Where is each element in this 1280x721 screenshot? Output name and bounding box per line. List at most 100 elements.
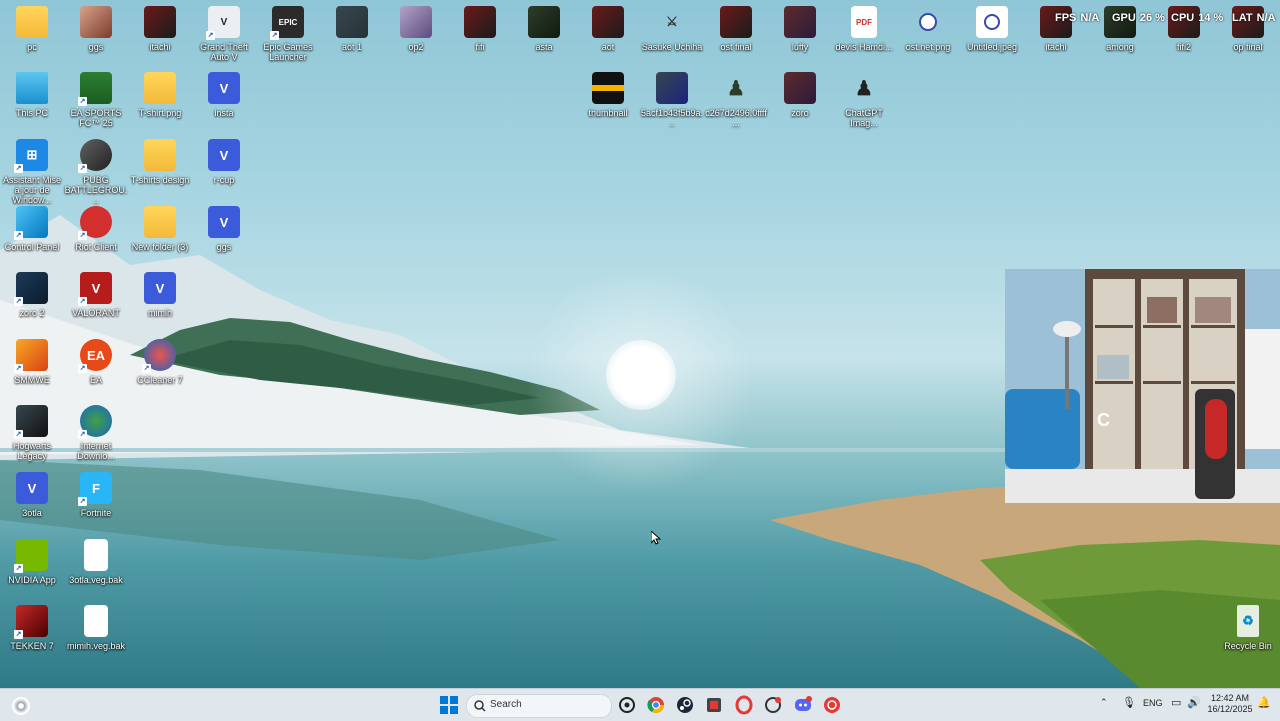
image-thumbnail-icon: [784, 6, 816, 38]
recycle-bin-icon: ♻: [1237, 605, 1259, 637]
desktop-icon-mimih-veg-bak[interactable]: mimih.veg.bak: [64, 605, 128, 651]
desktop-icon-3otla-veg-bak[interactable]: 3otla.veg.bak: [64, 539, 128, 585]
desktop-icon-aot-1[interactable]: aot 1: [320, 6, 384, 52]
icon-label: luffy: [791, 42, 809, 52]
desktop-icon-insta[interactable]: V insta: [192, 72, 256, 118]
discord-icon[interactable]: [793, 695, 813, 715]
icon-label: NVIDIA App: [8, 575, 56, 585]
desktop-icon-chatgpt-image[interactable]: ♟ ChatGPT Imag...: [832, 72, 896, 129]
desktop-icon-pc[interactable]: pc: [0, 6, 64, 52]
desktop-icon-mimih[interactable]: V mimih: [128, 272, 192, 318]
desktop-icon-zoro[interactable]: zoro: [768, 72, 832, 118]
microphone-icon[interactable]: 🎙: [1122, 696, 1136, 709]
icon-label: TEKKEN 7: [10, 641, 54, 651]
vegas-project-icon: V: [208, 206, 240, 238]
desktop-icon-r-cup[interactable]: V r-cup: [192, 139, 256, 185]
desktop-icon-internet-download-manager[interactable]: ↗ Internet Downlo...: [64, 405, 128, 461]
desktop-icon-nvidia-app[interactable]: ↗ NVIDIA App: [0, 539, 64, 585]
chatgpt-icon[interactable]: [617, 695, 637, 715]
desktop-icon-this-pc[interactable]: This PC: [0, 72, 64, 118]
latency-readout: LAT N/A: [1232, 12, 1276, 24]
steam-icon[interactable]: [675, 695, 695, 715]
desktop-icon-itachi[interactable]: itachi: [128, 6, 192, 52]
icon-label: op2: [408, 42, 424, 52]
app-red-icon[interactable]: [822, 695, 842, 715]
desktop-icon-gta-v[interactable]: V ↗ Grand Theft Auto V: [192, 6, 256, 62]
vegas-project-icon: V: [208, 139, 240, 171]
desktop-icon-op2[interactable]: op2: [384, 6, 448, 52]
chrome-icon[interactable]: [646, 695, 666, 715]
windows-logo-icon: [440, 696, 458, 714]
vegas-project-icon: V: [208, 72, 240, 104]
icon-label: fifi: [475, 42, 485, 52]
widgets-icon[interactable]: [12, 697, 30, 715]
desktop-icon-ost-net-png[interactable]: ost.net.png: [896, 6, 960, 52]
icon-label: CCleaner 7: [137, 375, 183, 385]
show-hidden-icons-chevron-icon[interactable]: ⌃: [1100, 697, 1108, 708]
notifications-bell-icon[interactable]: 🔔: [1257, 696, 1271, 709]
game-icon: ↗: [14, 605, 48, 639]
desktop-icon-ggs-vegas[interactable]: V ggs: [192, 206, 256, 252]
desktop-icon-3otla[interactable]: V 3otla: [0, 472, 64, 518]
desktop-icon-recycle-bin[interactable]: ♻ Recycle Bin: [1216, 605, 1280, 651]
snipping-tool-icon[interactable]: [704, 695, 724, 715]
desktop-icon-ea[interactable]: EA ↗ EA: [64, 339, 128, 385]
taskbar-search-box[interactable]: Search: [466, 694, 612, 718]
desktop-icon-tshirt-png[interactable]: T-shirt.png: [128, 72, 192, 118]
image-thumbnail-icon: [464, 6, 496, 38]
desktop-icon-windows-update-assistant[interactable]: ⊞ ↗ Assistant Mise à jour de Window...: [0, 139, 64, 205]
desktop-icon-control-panel[interactable]: ↗ Control Panel: [0, 206, 64, 252]
desktop-icon-epic-games[interactable]: EPIC ↗ Epic Games Launcher: [256, 6, 320, 62]
desktop-icon-valorant[interactable]: V ↗ VALORANT: [64, 272, 128, 318]
start-icon[interactable]: [439, 695, 459, 715]
clock[interactable]: 12:42 AM 16/12/2025: [1207, 693, 1253, 715]
desktop-icon-5acf-image[interactable]: 5acf1b43f5b9a...: [640, 72, 704, 128]
desktop-icon-ost-final[interactable]: ost final: [704, 6, 768, 52]
desktop-icon-ccleaner-7[interactable]: ↗ CCleaner 7: [128, 339, 192, 385]
desktop-icon-riot-client[interactable]: ↗ Riot Client: [64, 206, 128, 252]
image-file-icon: [976, 6, 1008, 38]
network-icon[interactable]: ▭: [1171, 696, 1181, 709]
opera-icon[interactable]: [734, 695, 754, 715]
pdf-icon: PDF: [851, 6, 877, 38]
desktop-icon-hogwarts-legacy[interactable]: ↗ Hogwarts Legacy: [0, 405, 64, 461]
desktop-icon-tshirts-design[interactable]: T-shirts design: [128, 139, 192, 185]
desktop-icon-c267-image[interactable]: ♟ c267d2496.0ffff...: [704, 72, 768, 129]
icon-label: zoro: [791, 108, 809, 118]
icon-label: aot 1: [341, 42, 363, 52]
desktop-icon-aot[interactable]: aot: [576, 6, 640, 52]
icon-label: 3otla: [22, 508, 42, 518]
desktop-icon-smmwe[interactable]: ↗ SMMWE: [0, 339, 64, 385]
language-indicator[interactable]: ENG: [1143, 698, 1163, 708]
icon-label: ost.net.png: [905, 42, 951, 52]
desktop-icon-ggs-image[interactable]: ggs: [64, 6, 128, 52]
figure-image-icon: ♟: [855, 77, 873, 100]
desktop-icon-pubg[interactable]: ↗ PUBG BATTLEGROU...: [64, 139, 128, 205]
idm-globe-icon: ↗: [78, 405, 112, 439]
game-icon: ↗: [14, 339, 48, 373]
icon-label: insta: [214, 108, 234, 118]
desktop-icon-asta[interactable]: asta: [512, 6, 576, 52]
desktop-icon-sasuke-uchiha[interactable]: ⚔ Sasuke Uchiha: [640, 6, 704, 52]
desktop-icon-fortnite[interactable]: F ↗ Fortnite: [64, 472, 128, 518]
vegas-project-icon: V: [16, 472, 48, 504]
desktop-icon-zoro-2[interactable]: ↗ zoro 2: [0, 272, 64, 318]
icon-label: Grand Theft Auto V: [200, 42, 248, 62]
icon-label: PUBG BATTLEGROU...: [64, 175, 128, 205]
icon-label: EA SPORTS FC™ 25: [70, 108, 122, 128]
desktop-icon-untitled-jpeg[interactable]: Untitled.jpeg: [960, 6, 1024, 52]
icon-label: ChatGPT Imag...: [845, 108, 883, 128]
image-thumbnail-icon: [656, 72, 688, 104]
app-icon[interactable]: [763, 695, 783, 715]
image-thumbnail-icon: [592, 6, 624, 38]
desktop-icon-tekken-7[interactable]: ↗ TEKKEN 7: [0, 605, 64, 651]
desktop-icon-fifi[interactable]: fifi: [448, 6, 512, 52]
desktop-icon-luffy[interactable]: luffy: [768, 6, 832, 52]
desktop-icon-thumbnail[interactable]: thumbnail: [576, 72, 640, 118]
volume-icon[interactable]: 🔊: [1187, 696, 1201, 709]
desktop-icon-devis-pdf[interactable]: PDF devis Hamdi...: [832, 6, 896, 52]
desktop-icon-new-folder-3[interactable]: New folder (3): [128, 206, 192, 252]
icon-label: EA: [89, 375, 102, 385]
desktop-icon-ea-sports-fc[interactable]: ↗ EA SPORTS FC™ 25: [64, 72, 128, 128]
ccleaner-icon: ↗: [142, 339, 176, 373]
